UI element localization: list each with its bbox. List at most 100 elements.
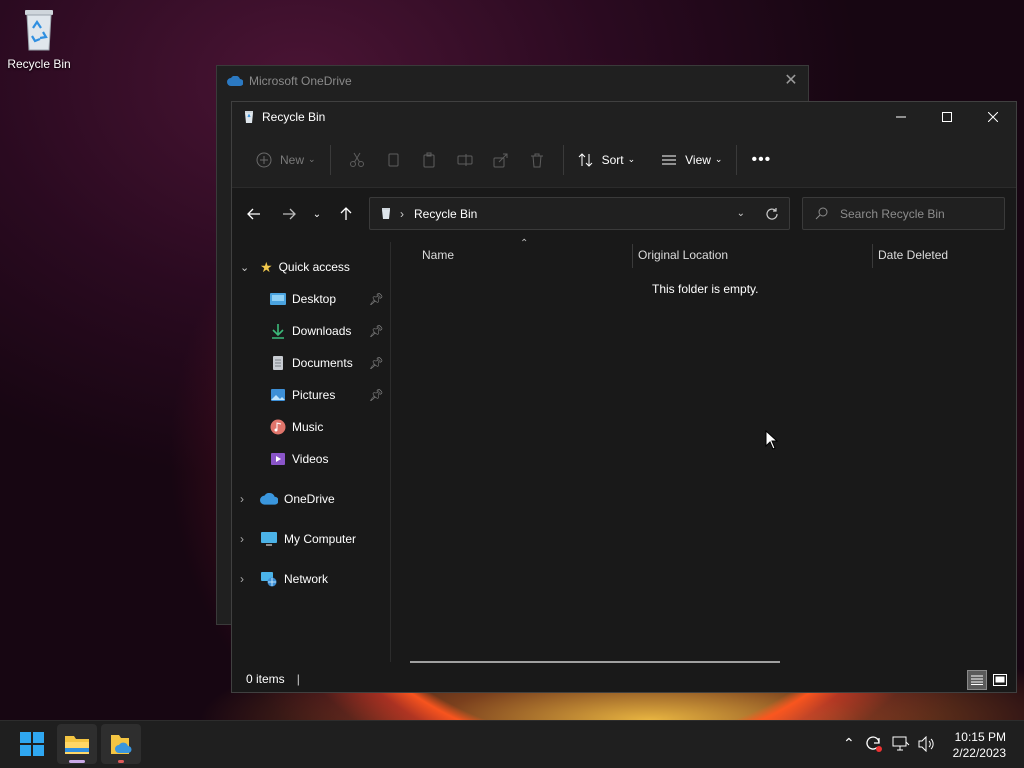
scissors-icon xyxy=(349,152,364,167)
back-button[interactable] xyxy=(238,198,270,230)
share-button[interactable] xyxy=(483,152,519,168)
clipboard-icon xyxy=(423,152,435,167)
minimize-icon xyxy=(896,116,906,118)
large-icons-view-button[interactable] xyxy=(990,670,1010,690)
column-divider[interactable] xyxy=(872,244,873,268)
onedrive-cloud-icon xyxy=(227,76,243,86)
sidebar-item-network[interactable]: › Network xyxy=(240,568,328,590)
sidebar-item-pictures[interactable]: Pictures 📌︎ xyxy=(270,384,388,406)
empty-folder-message: This folder is empty. xyxy=(652,282,759,296)
sidebar-item-quick-access[interactable]: ⌄ ★ Quick access xyxy=(240,256,350,278)
network-status-icon[interactable] xyxy=(892,736,910,752)
sidebar-item-my-computer[interactable]: › My Computer xyxy=(240,528,356,550)
address-dropdown-chevron-icon[interactable]: ⌄ xyxy=(737,208,745,219)
close-icon xyxy=(988,112,998,122)
refresh-icon[interactable] xyxy=(765,207,779,221)
file-list-pane: ⌃ Name Original Location Date Deleted Th… xyxy=(392,238,1016,663)
window-title: Recycle Bin xyxy=(262,110,326,124)
navigation-pane: ⌄ ★ Quick access Desktop 📌︎ Downloads 📌︎… xyxy=(232,242,391,662)
start-button[interactable] xyxy=(12,724,52,764)
sort-button[interactable]: Sort ⌄ xyxy=(572,144,642,176)
taskbar-file-explorer[interactable] xyxy=(57,724,97,764)
item-count: 0 items xyxy=(246,672,285,686)
minimize-button[interactable] xyxy=(878,102,924,132)
arrow-left-icon xyxy=(247,208,260,220)
more-options-button[interactable]: ••• xyxy=(745,144,777,176)
music-icon xyxy=(270,419,286,435)
downloads-icon xyxy=(272,324,284,339)
star-icon: ★ xyxy=(260,258,273,275)
new-button[interactable]: New ⌄ xyxy=(250,144,322,176)
taskbar: ⌃ 10:15 PM 2/22/2023 xyxy=(0,720,1024,768)
onedrive-close-button[interactable]: ✕ xyxy=(780,71,802,91)
view-button[interactable]: View ⌄ xyxy=(655,144,728,176)
pin-icon: 📌︎ xyxy=(368,292,384,306)
arrow-up-icon xyxy=(340,207,352,220)
sidebar-item-label: My Computer xyxy=(284,532,357,546)
toolbar-divider xyxy=(562,144,564,175)
cut-button[interactable] xyxy=(339,152,375,168)
mouse-cursor-icon xyxy=(765,430,779,450)
toolbar-divider xyxy=(736,144,738,175)
close-button[interactable] xyxy=(970,102,1016,132)
recycle-bin-icon xyxy=(245,111,253,123)
sync-alert-icon[interactable] xyxy=(865,735,883,753)
copy-button[interactable] xyxy=(375,152,411,168)
sidebar-item-label: Downloads xyxy=(292,324,352,338)
details-view-button[interactable] xyxy=(967,670,987,690)
sidebar-item-label: Desktop xyxy=(292,292,337,306)
forward-button[interactable] xyxy=(273,198,305,230)
arrow-right-icon xyxy=(283,208,296,220)
column-header-original-location[interactable]: Original Location xyxy=(638,242,728,268)
pin-icon: 📌︎ xyxy=(368,324,384,338)
show-hidden-icons-button[interactable]: ⌃ xyxy=(843,735,855,752)
share-icon xyxy=(493,153,508,167)
sidebar-item-videos[interactable]: Videos xyxy=(270,448,388,470)
delete-button[interactable] xyxy=(519,152,555,168)
column-divider[interactable] xyxy=(632,244,633,268)
sort-ascending-icon: ⌃ xyxy=(520,238,529,249)
windows-logo-icon xyxy=(20,732,44,756)
onedrive-folder-icon xyxy=(111,735,132,754)
view-lines-icon xyxy=(662,155,677,164)
search-box[interactable]: Search Recycle Bin xyxy=(802,197,1005,230)
pin-icon: 📌︎ xyxy=(368,356,384,370)
breadcrumb-item[interactable]: Recycle Bin xyxy=(414,207,477,221)
sidebar-item-onedrive[interactable]: › OneDrive xyxy=(240,488,335,510)
sidebar-item-label: Quick access xyxy=(278,260,350,274)
explorer-titlebar: Recycle Bin xyxy=(232,102,1016,132)
chevron-down-icon: ⌄ xyxy=(240,261,250,274)
paste-button[interactable] xyxy=(411,152,447,168)
pin-icon: 📌︎ xyxy=(368,388,384,402)
taskbar-onedrive-folder[interactable] xyxy=(101,724,141,764)
chevron-right-icon: › xyxy=(240,572,244,586)
column-header-date-deleted[interactable]: Date Deleted xyxy=(878,242,948,268)
chevron-down-icon: ⌄ xyxy=(627,154,636,164)
horizontal-scrollbar[interactable] xyxy=(410,661,780,663)
computer-icon xyxy=(261,532,277,546)
rename-button[interactable] xyxy=(447,152,483,168)
plus-circle-icon xyxy=(256,152,272,167)
running-indicator xyxy=(118,760,124,763)
up-button[interactable] xyxy=(329,198,363,230)
clock-date: 2/22/2023 xyxy=(952,746,1006,760)
recycle-bin-icon xyxy=(382,208,390,219)
sidebar-item-label: Pictures xyxy=(292,388,336,402)
desktop-icon-recycle-bin[interactable]: Recycle Bin xyxy=(4,6,74,71)
details-view-icon xyxy=(971,675,983,685)
taskbar-clock[interactable]: 10:15 PM 2/22/2023 xyxy=(953,729,1006,761)
onedrive-window-title: Microsoft OneDrive xyxy=(249,74,352,88)
sidebar-item-desktop[interactable]: Desktop 📌︎ xyxy=(270,288,388,310)
sidebar-item-documents[interactable]: Documents 📌︎ xyxy=(270,352,388,374)
maximize-button[interactable] xyxy=(924,102,970,132)
column-header-name[interactable]: Name xyxy=(422,242,454,268)
address-bar[interactable]: › Recycle Bin ⌄ xyxy=(369,197,790,230)
recent-locations-button[interactable]: ⌄ xyxy=(305,198,329,230)
volume-icon[interactable] xyxy=(917,736,935,752)
recycle-bin-icon xyxy=(25,10,53,51)
sidebar-item-music[interactable]: Music xyxy=(270,416,388,438)
sidebar-item-label: Music xyxy=(292,420,324,434)
file-explorer-window[interactable]: Recycle Bin New ⌄ Sort ⌄ View ⌄ ••• ⌄ › … xyxy=(231,101,1017,693)
videos-icon xyxy=(271,453,285,465)
sidebar-item-downloads[interactable]: Downloads 📌︎ xyxy=(270,320,388,342)
